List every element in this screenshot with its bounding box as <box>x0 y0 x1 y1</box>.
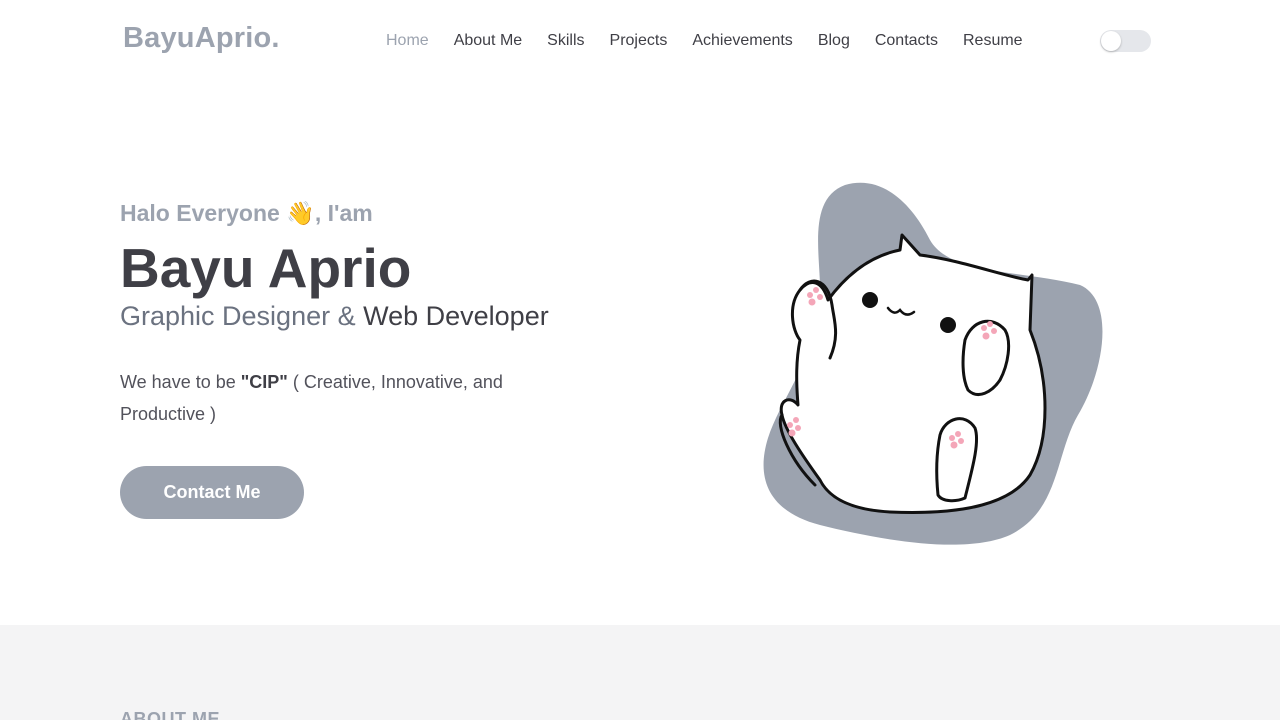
brand-logo[interactable]: BayuAprio. <box>123 22 280 55</box>
contact-me-button[interactable]: Contact Me <box>120 466 304 519</box>
toggle-knob <box>1101 31 1121 51</box>
cat-illustration <box>763 182 1103 545</box>
cat-eye-left <box>862 292 878 308</box>
nav-achievements[interactable]: Achievements <box>692 31 793 51</box>
navbar: BayuAprio. Home About Me Skills Projects… <box>0 0 1280 80</box>
nav-blog[interactable]: Blog <box>818 31 850 51</box>
hero-role-primary: Graphic Designer & <box>120 301 364 331</box>
hero-greeting: Halo Everyone 👋, I'am <box>120 200 373 226</box>
nav-projects[interactable]: Projects <box>610 31 668 51</box>
nav-about-me[interactable]: About Me <box>454 31 522 51</box>
nav-home[interactable]: Home <box>386 31 429 51</box>
motto-prefix: We have to be <box>120 372 241 392</box>
hero-name: Bayu Aprio <box>120 237 412 299</box>
hero-role: Graphic Designer & Web Developer <box>120 301 549 332</box>
hero-motto: We have to be "CIP" ( Creative, Innovati… <box>120 366 560 430</box>
about-section-title: ABOUT ME <box>120 709 220 720</box>
motto-bold: "CIP" <box>240 372 288 392</box>
cat-eye-right <box>940 317 956 333</box>
main-nav: Home About Me Skills Projects Achievemen… <box>386 31 1048 51</box>
nav-skills[interactable]: Skills <box>547 31 584 51</box>
nav-contacts[interactable]: Contacts <box>875 31 938 51</box>
nav-resume[interactable]: Resume <box>963 31 1023 51</box>
theme-toggle[interactable] <box>1100 30 1151 52</box>
about-section: ABOUT ME <box>0 625 1280 720</box>
hero-role-secondary: Web Developer <box>363 301 549 331</box>
